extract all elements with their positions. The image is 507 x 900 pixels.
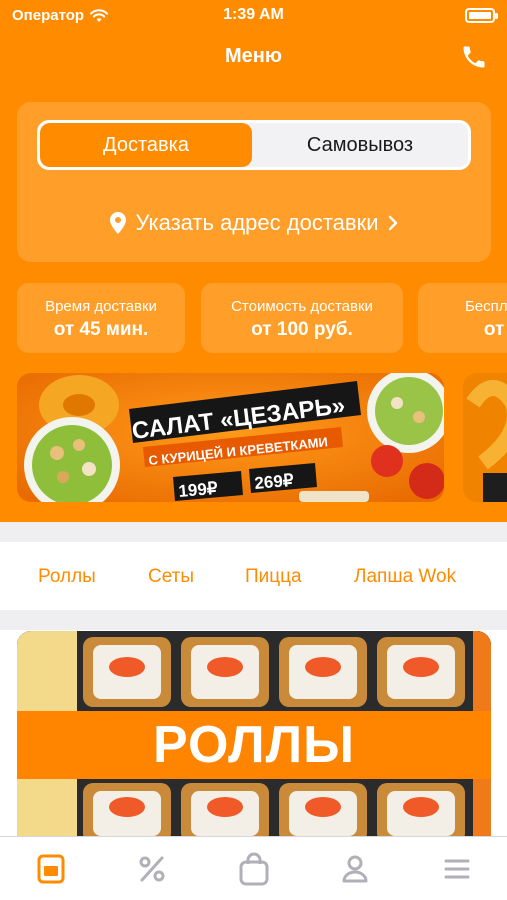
tab-bar xyxy=(0,836,507,900)
tab-pickup[interactable]: Самовывоз xyxy=(254,123,466,167)
promo-price-2: 269₽ xyxy=(254,471,295,493)
tab-delivery[interactable]: Доставка xyxy=(40,123,252,167)
tab-profile[interactable] xyxy=(335,849,375,889)
delivery-mode-toggle: Доставка Самовывоз xyxy=(37,120,471,170)
next-promo-banner[interactable] xyxy=(463,373,507,502)
info-label: Время доставки xyxy=(45,298,157,315)
rolls-title: РОЛЛЫ xyxy=(152,716,356,774)
category-sets[interactable]: Сеты xyxy=(148,566,194,588)
bag-icon xyxy=(239,852,269,886)
info-value: от 100 руб. xyxy=(251,319,353,340)
chevron-right-icon xyxy=(389,215,398,231)
next-promo-art xyxy=(463,373,507,502)
rolls-title-bar: РОЛЛЫ xyxy=(17,711,491,779)
promo-banner[interactable]: САЛАТ «ЦЕЗАРЬ» С КУРИЦЕЙ И КРЕВЕТКАМИ 19… xyxy=(17,373,444,502)
address-prompt: Указать адрес доставки xyxy=(135,210,379,235)
promo-banner-art: САЛАТ «ЦЕЗАРЬ» С КУРИЦЕЙ И КРЕВЕТКАМИ 19… xyxy=(17,373,444,502)
category-wok-noodles[interactable]: Лапша Wok xyxy=(354,566,456,588)
free-delivery-card: Бесплатно от 7 xyxy=(418,283,507,353)
divider xyxy=(0,610,507,630)
tab-menu[interactable] xyxy=(31,849,71,889)
delivery-time-card: Время доставки от 45 мин. xyxy=(17,283,185,353)
page-title: Меню xyxy=(225,45,282,67)
header-area: Оператор 1:39 AM Меню Доставка Самовывоз… xyxy=(0,0,507,522)
category-nav: Роллы Сеты Пицца Лапша Wok xyxy=(0,542,507,610)
phone-icon xyxy=(463,46,485,68)
category-rolls[interactable]: Роллы xyxy=(38,566,96,588)
info-label: Бесплатно xyxy=(464,298,507,315)
percent-icon xyxy=(139,856,165,882)
delivery-cost-card: Стоимость доставки от 100 руб. xyxy=(201,283,403,353)
delivery-info-row[interactable]: Время доставки от 45 мин. Стоимость дост… xyxy=(0,283,507,353)
info-value: от 7 xyxy=(483,319,507,340)
address-selector[interactable]: Указать адрес доставки xyxy=(17,210,491,236)
status-time: 1:39 AM xyxy=(223,6,284,23)
tab-promotions[interactable] xyxy=(132,849,172,889)
profile-icon xyxy=(342,855,368,883)
location-pin-icon xyxy=(109,212,126,234)
delivery-card: Доставка Самовывоз Указать адрес доставк… xyxy=(17,102,491,262)
promo-price-1: 199₽ xyxy=(178,479,219,501)
hamburger-icon xyxy=(444,859,470,879)
category-pizza[interactable]: Пицца xyxy=(245,566,302,588)
call-button[interactable] xyxy=(459,42,489,72)
tab-cart[interactable] xyxy=(234,849,274,889)
info-value: от 45 мин. xyxy=(53,319,149,340)
rolls-section-banner[interactable]: РОЛЛЫ xyxy=(17,631,491,836)
tab-more[interactable] xyxy=(437,849,477,889)
menu-icon xyxy=(37,854,65,884)
battery-icon xyxy=(465,8,498,23)
info-label: Стоимость доставки xyxy=(231,298,373,315)
divider xyxy=(0,522,507,542)
status-bar: Оператор 1:39 AM xyxy=(0,0,507,32)
